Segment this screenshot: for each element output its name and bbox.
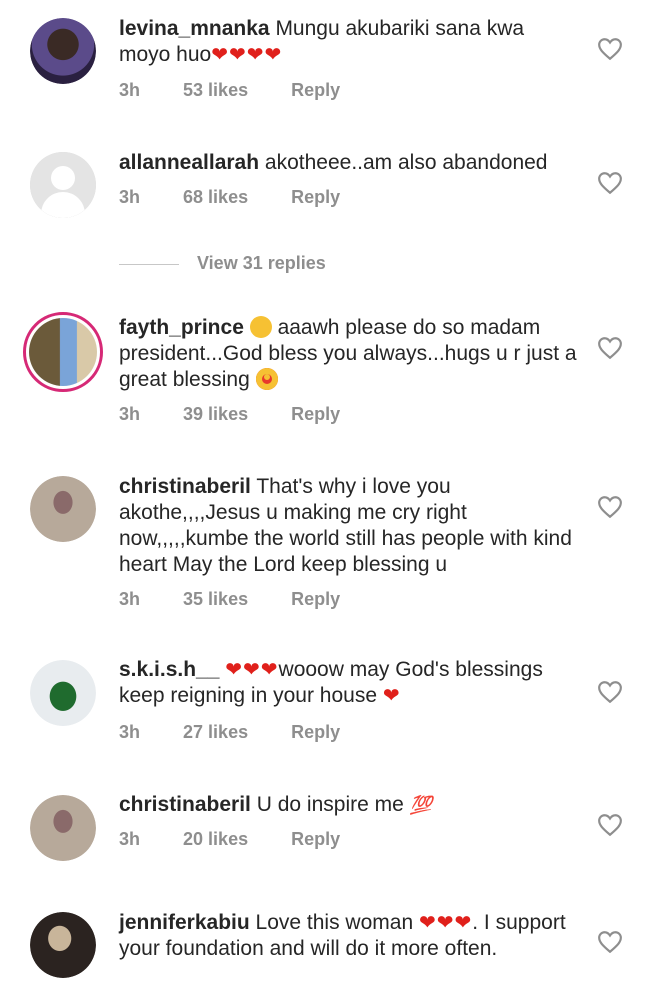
comment-time: 3h xyxy=(119,589,141,609)
comment-meta: 3h 68 likes Reply xyxy=(119,187,378,208)
comment-likes[interactable]: 27 likes xyxy=(183,722,248,742)
reply-button[interactable]: Reply xyxy=(291,589,340,609)
reply-button[interactable]: Reply xyxy=(291,722,340,742)
comment-text: levina_mnanka Mungu akubariki sana kwa m… xyxy=(119,16,579,68)
hearts-emoji: ❤❤❤ xyxy=(418,912,473,934)
comment-username[interactable]: allanneallarah xyxy=(119,151,259,174)
comment-time: 3h xyxy=(119,722,141,742)
heart-outline-icon[interactable] xyxy=(597,37,623,61)
comment-text: allanneallarah akotheee..am also abandon… xyxy=(119,150,579,176)
avatar[interactable] xyxy=(30,476,96,542)
heart-outline-icon[interactable] xyxy=(597,930,623,954)
divider xyxy=(119,263,179,265)
heart-outline-icon[interactable] xyxy=(597,495,623,519)
avatar[interactable] xyxy=(30,912,96,978)
comment-meta: 3h 35 likes Reply xyxy=(119,589,378,610)
avatar[interactable] xyxy=(23,312,103,392)
heart-outline-icon[interactable] xyxy=(597,813,623,837)
comment-username[interactable]: s.k.i.s.h__ xyxy=(119,658,219,681)
comment-likes[interactable]: 20 likes xyxy=(183,829,248,849)
hundred-points-emoji: 💯 xyxy=(409,795,433,815)
comment-time: 3h xyxy=(119,187,141,207)
hearts-emoji: ❤❤❤ xyxy=(225,659,279,681)
comment-text: jenniferkabiu Love this woman ❤❤❤. I sup… xyxy=(119,910,579,962)
comment-username[interactable]: fayth_prince xyxy=(119,316,244,339)
comment-likes[interactable]: 39 likes xyxy=(183,404,248,424)
comment-username[interactable]: levina_mnanka xyxy=(119,17,270,40)
crying-emoji-icon xyxy=(249,316,272,338)
comment-text: s.k.i.s.h__ ❤❤❤wooow may God's blessings… xyxy=(119,657,579,709)
comment-text: christinaberil That's why i love you ako… xyxy=(119,474,579,578)
comment-likes[interactable]: 68 likes xyxy=(183,187,248,207)
reply-button[interactable]: Reply xyxy=(291,80,340,100)
heart-emoji: ❤ xyxy=(382,685,401,707)
comment-likes[interactable]: 35 likes xyxy=(183,589,248,609)
comment-message: akotheee..am also abandoned xyxy=(264,151,548,174)
comment-username[interactable]: christinaberil xyxy=(119,793,251,816)
heart-eyes-emoji-icon xyxy=(255,368,278,390)
comment-text: fayth_prince aaawh please do so madam pr… xyxy=(119,315,579,393)
comment-username[interactable]: jenniferkabiu xyxy=(119,911,250,934)
heart-outline-icon[interactable] xyxy=(597,336,623,360)
comment-meta: 3h 20 likes Reply xyxy=(119,829,378,850)
reply-button[interactable]: Reply xyxy=(291,187,340,207)
comment-text: christinaberil U do inspire me 💯 xyxy=(119,792,579,818)
reply-button[interactable]: Reply xyxy=(291,404,340,424)
comment-time: 3h xyxy=(119,80,141,100)
comment-likes[interactable]: 53 likes xyxy=(183,80,248,100)
comment-time: 3h xyxy=(119,404,141,424)
comment-meta: 3h 53 likes Reply xyxy=(119,80,378,101)
comment-time: 3h xyxy=(119,829,141,849)
reply-button[interactable]: Reply xyxy=(291,829,340,849)
avatar[interactable] xyxy=(30,660,96,726)
comment-meta: 3h 27 likes Reply xyxy=(119,722,378,743)
view-replies-label: View 31 replies xyxy=(197,253,326,273)
heart-outline-icon[interactable] xyxy=(597,171,623,195)
comment-message: U do inspire me xyxy=(256,793,404,816)
view-replies-button[interactable]: View 31 replies xyxy=(119,253,326,274)
avatar[interactable] xyxy=(30,795,96,861)
hearts-emoji: ❤❤❤❤ xyxy=(211,44,283,66)
avatar[interactable] xyxy=(30,152,96,218)
comment-meta: 3h 39 likes Reply xyxy=(119,404,378,425)
comment-message: Love this woman xyxy=(255,911,414,934)
heart-outline-icon[interactable] xyxy=(597,680,623,704)
avatar[interactable] xyxy=(30,18,96,84)
comment-username[interactable]: christinaberil xyxy=(119,475,251,498)
